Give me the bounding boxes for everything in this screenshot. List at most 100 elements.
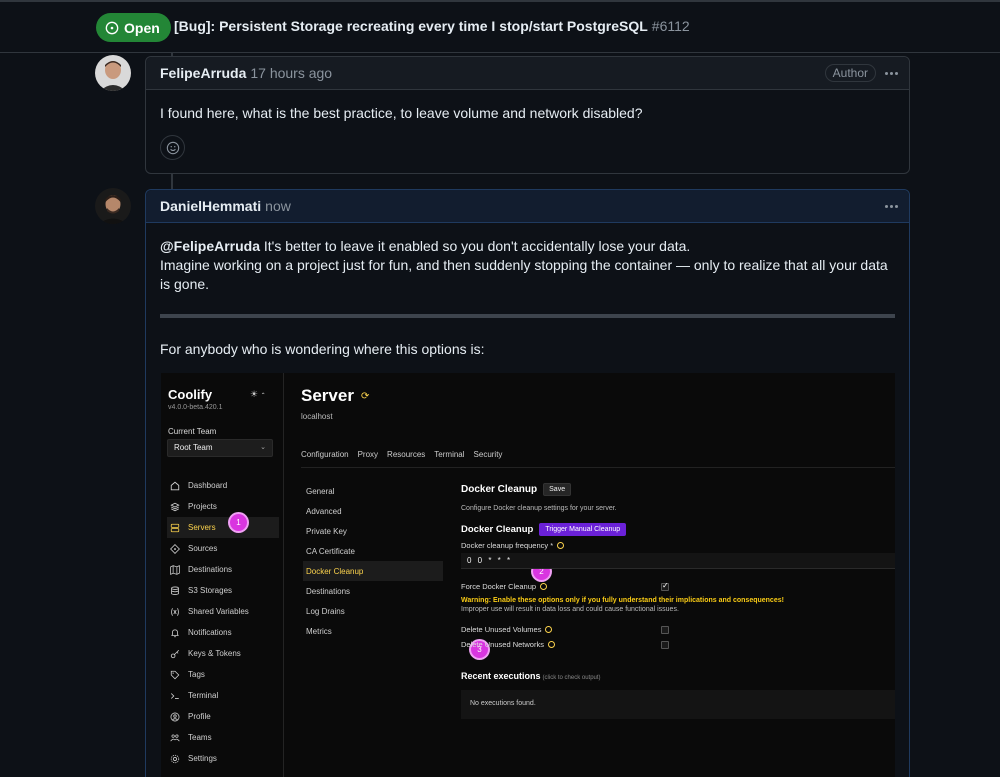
- sidebar-item-settings[interactable]: Settings: [167, 748, 279, 769]
- server-tabs: Configuration Proxy Resources Terminal Secur…: [301, 450, 502, 459]
- sun-icon: ☀ ⌃: [250, 389, 266, 399]
- issue-state-badge: Open: [96, 13, 171, 42]
- subsection-title-text: Docker Cleanup: [461, 524, 534, 535]
- sidebar-item-sources[interactable]: Sources: [167, 538, 279, 559]
- sidebar-item-label: Projects: [188, 502, 217, 511]
- avatar-daniel[interactable]: [95, 188, 131, 224]
- sidebar-item-label: Keys & Tokens: [188, 649, 241, 658]
- force-cleanup-checkbox[interactable]: [661, 581, 669, 591]
- subnav-item-ca-certificate[interactable]: CA Certificate: [303, 541, 443, 561]
- recent-executions-hint: (click to check output): [542, 675, 601, 681]
- tab-proxy[interactable]: Proxy: [358, 450, 378, 459]
- sidebar-item-servers[interactable]: Servers: [167, 517, 279, 538]
- comment-author[interactable]: FelipeArruda: [160, 65, 246, 81]
- comment-text: It's better to leave it enabled so you d…: [260, 238, 691, 254]
- team-value: Root Team: [174, 443, 213, 452]
- subnav-item-metrics[interactable]: Metrics: [303, 621, 443, 641]
- author-badge: Author: [824, 64, 876, 82]
- tag-icon: [170, 670, 180, 679]
- sidebar-item-label: Tags: [188, 670, 205, 679]
- key-icon: [170, 649, 180, 658]
- subnav-item-destinations[interactable]: Destinations: [303, 581, 443, 601]
- tab-configuration[interactable]: Configuration: [301, 450, 349, 459]
- issue-header: Open [Bug]: Persistent Storage recreatin…: [0, 0, 1000, 53]
- delete-networks-row: Delete Unused Networks: [461, 640, 895, 649]
- user-icon: [170, 712, 180, 721]
- comment-body: @FelipeArruda It's better to leave it en…: [146, 223, 909, 373]
- variable-icon: [171, 607, 179, 616]
- users-icon: [170, 734, 180, 741]
- subnav-item-docker-cleanup[interactable]: Docker Cleanup: [303, 561, 443, 581]
- docker-cleanup-panel: Docker Cleanup Save Configure Docker cle…: [461, 483, 895, 719]
- sidebar-item-tags[interactable]: Tags: [167, 664, 279, 685]
- subnav-item-log-drains[interactable]: Log Drains: [303, 601, 443, 621]
- warning-text: Warning: Enable these options only if yo…: [461, 597, 784, 604]
- section-description: Configure Docker cleanup settings for yo…: [461, 505, 617, 512]
- step-marker-1: 1: [230, 514, 247, 531]
- subnav-item-advanced[interactable]: Advanced: [303, 501, 443, 521]
- sidebar-item-label: Dashboard: [188, 481, 228, 490]
- embedded-screenshot[interactable]: Coolify v4.0.0-beta.420.1 ☀ ⌃ Current Te…: [161, 373, 895, 777]
- trigger-cleanup-button[interactable]: Trigger Manual Cleanup: [539, 523, 627, 536]
- tab-terminal[interactable]: Terminal: [434, 450, 464, 459]
- git-icon: [170, 543, 180, 554]
- issue-number: #6112: [651, 18, 690, 34]
- chevron-down-icon: ⌄: [260, 444, 266, 451]
- save-button[interactable]: Save: [543, 483, 572, 496]
- sidebar-item-projects[interactable]: Projects: [167, 496, 279, 517]
- sidebar-item-terminal[interactable]: Terminal: [167, 685, 279, 706]
- sidebar-item-keys-tokens[interactable]: Keys & Tokens: [167, 643, 279, 664]
- comment-header: DanielHemmati now: [146, 190, 909, 223]
- comment-card: FelipeArruda 17 hours ago Author I found…: [145, 56, 910, 174]
- server-host: localhost: [301, 412, 333, 421]
- server-subnav: General Advanced Private Key CA Certificate…: [303, 481, 443, 641]
- comment-timestamp[interactable]: 17 hours ago: [250, 65, 332, 81]
- delete-volumes-label: Delete Unused Volumes: [461, 625, 542, 634]
- subnav-item-private-key[interactable]: Private Key: [303, 521, 443, 541]
- frequency-label-text: Docker cleanup frequency *: [461, 541, 554, 550]
- sidebar-item-notifications[interactable]: Notifications: [167, 622, 279, 643]
- sidebar-item-profile[interactable]: Profile: [167, 706, 279, 727]
- sidebar-item-label: Sources: [188, 544, 218, 553]
- layers-icon: [170, 502, 180, 511]
- comment-text: I found here, what is the best practice,…: [160, 105, 643, 121]
- kebab-menu-icon[interactable]: [882, 196, 900, 216]
- delete-networks-label: Delete Unused Networks: [461, 640, 544, 649]
- subnav-item-general[interactable]: General: [303, 481, 443, 501]
- tab-security[interactable]: Security: [474, 450, 503, 459]
- sidebar-item-s3-storages[interactable]: S3 Storages: [167, 580, 279, 601]
- add-reaction-button[interactable]: [160, 135, 185, 160]
- delete-volumes-checkbox[interactable]: [661, 626, 669, 634]
- sidebar-item-teams[interactable]: Teams: [167, 727, 279, 748]
- frequency-input[interactable]: 0 0 * * *: [461, 553, 895, 569]
- delete-networks-checkbox[interactable]: [661, 641, 669, 649]
- sidebar-item-label: Settings: [188, 754, 217, 763]
- force-cleanup-label: Force Docker Cleanup: [461, 582, 537, 591]
- issue-title: [Bug]: Persistent Storage recreating eve…: [174, 18, 690, 34]
- horizontal-rule: [160, 314, 895, 318]
- tabs-divider: [301, 467, 895, 468]
- tab-resources[interactable]: Resources: [387, 450, 425, 459]
- page-title: Server: [301, 386, 354, 405]
- comment-author[interactable]: DanielHemmati: [160, 198, 261, 214]
- bell-icon: [171, 628, 179, 637]
- issue-title-text: [Bug]: Persistent Storage recreating eve…: [174, 18, 648, 34]
- comment-timestamp[interactable]: now: [265, 198, 291, 214]
- avatar-felipe[interactable]: [95, 55, 131, 91]
- comment-text: Imagine working on a project just for fu…: [160, 257, 888, 292]
- sidebar-item-shared-variables[interactable]: Shared Variables: [167, 601, 279, 622]
- timeline-line: [171, 174, 173, 189]
- sidebar-item-label: Notifications: [188, 628, 232, 637]
- sidebar-item-label: Profile: [188, 712, 211, 721]
- info-icon: [557, 542, 565, 549]
- info-icon: [540, 583, 548, 590]
- coolify-main: Server ⟳ localhost Configuration Proxy Res…: [285, 373, 895, 777]
- sidebar-item-destinations[interactable]: Destinations: [167, 559, 279, 580]
- sidebar-item-dashboard[interactable]: Dashboard: [167, 475, 279, 496]
- issue-state-label: Open: [124, 19, 160, 36]
- issue-open-icon: [105, 21, 119, 34]
- kebab-menu-icon[interactable]: [882, 63, 900, 83]
- home-icon: [170, 481, 180, 490]
- user-mention-link[interactable]: @FelipeArruda: [160, 238, 260, 254]
- executions-empty-state: No executions found.: [461, 690, 895, 719]
